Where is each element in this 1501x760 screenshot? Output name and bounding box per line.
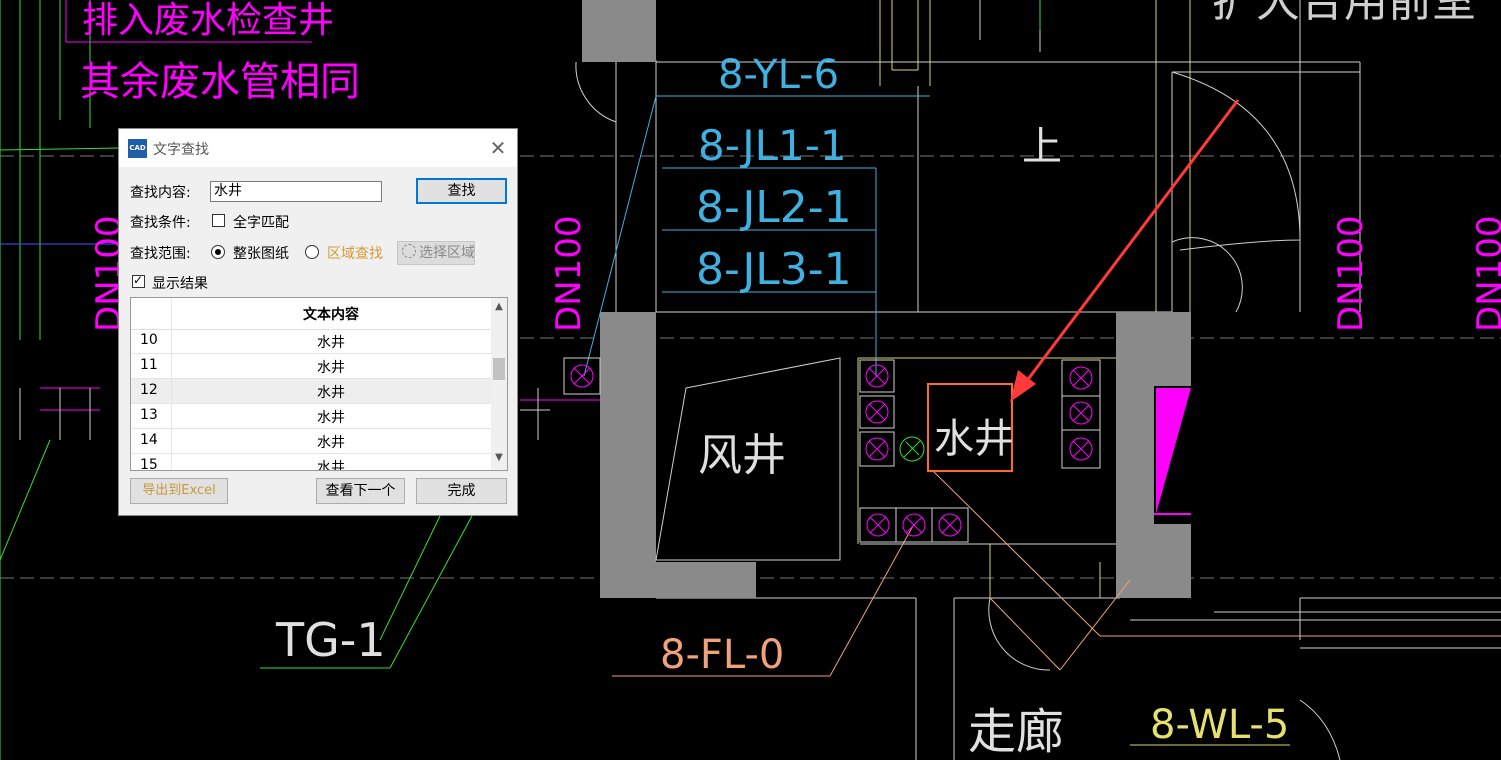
scroll-thumb[interactable]: [493, 358, 505, 380]
cad-text-corridor: 走廊: [968, 704, 1064, 760]
search-condition-label: 查找条件:: [130, 215, 191, 231]
table-row[interactable]: 10 水井: [131, 329, 491, 354]
text-column-header: 文本内容: [303, 307, 359, 323]
row-text: 水井: [317, 460, 345, 471]
results-scrollbar[interactable]: ▲ ▼: [491, 298, 507, 470]
done-button[interactable]: 完成: [416, 478, 507, 504]
cad-text-air-shaft: 风井: [698, 430, 786, 481]
table-row[interactable]: 14 水井: [131, 429, 491, 454]
scope-area-radio[interactable]: [305, 245, 319, 259]
select-area-button[interactable]: 选择区域: [397, 241, 475, 265]
cad-app-icon: CAD: [128, 139, 147, 158]
find-button[interactable]: 查找: [416, 178, 507, 204]
row-text: 水井: [317, 435, 345, 451]
select-area-icon: [402, 244, 416, 258]
row-index: 13: [140, 407, 158, 423]
table-row[interactable]: 11 水井: [131, 354, 491, 379]
cad-text-dn-mid: DN100: [549, 215, 589, 332]
whole-word-label: 全字匹配: [233, 215, 289, 231]
cad-text-drain-note-2: 其余废水管相同: [80, 59, 360, 105]
search-scope-label: 查找范围:: [130, 246, 191, 262]
cad-text-pipe-jl2: 8-JL2-1: [696, 182, 852, 233]
cad-text-pipe-fl0: 8-FL-0: [660, 632, 784, 678]
whole-word-checkbox[interactable]: [212, 214, 225, 227]
scope-area-label: 区域查找: [327, 246, 383, 262]
results-header: 文本内容: [131, 298, 491, 330]
table-row[interactable]: 13 水井: [131, 404, 491, 429]
export-excel-button[interactable]: 导出到Excel: [130, 478, 228, 504]
cad-text-tg1: TG-1: [275, 613, 386, 667]
row-text: 水井: [317, 410, 345, 426]
cad-text-pipe-yl6: 8-YL-6: [718, 52, 839, 98]
cad-text-stair-up: 上: [1022, 124, 1062, 170]
view-next-button[interactable]: 查看下一个: [316, 478, 405, 504]
scroll-up-icon[interactable]: ▲: [493, 301, 505, 312]
show-results-label: 显示结果: [152, 276, 208, 292]
results-list[interactable]: 文本内容 10 水井 11 水井 12 水井 13 水井 14 水井 15 水井 ▲ ▼: [130, 297, 508, 471]
cad-text-water-shaft: 水井: [934, 416, 1014, 462]
scope-whole-label: 整张图纸: [233, 246, 289, 262]
row-index: 15: [140, 457, 158, 471]
table-row-selected[interactable]: 12 水井: [131, 379, 491, 404]
scroll-down-icon[interactable]: ▼: [493, 452, 505, 463]
row-index: 11: [140, 357, 158, 373]
cad-text-dn-far: DN100: [1470, 215, 1501, 332]
row-index: 12: [140, 382, 158, 398]
index-column-header: [131, 298, 172, 329]
close-icon[interactable]: ✕: [487, 137, 509, 159]
cad-text-pipe-jl1: 8-JL1-1: [698, 121, 847, 170]
row-index: 14: [140, 432, 158, 448]
row-text: 水井: [317, 360, 345, 376]
row-index: 10: [140, 332, 158, 348]
cad-text-top-right: 扩大合用前室: [1212, 0, 1476, 27]
select-area-label: 选择区域: [419, 245, 475, 261]
row-text: 水井: [317, 385, 345, 401]
dialog-title: 文字查找: [153, 142, 209, 158]
scope-whole-radio[interactable]: [211, 245, 225, 259]
cad-text-dn-right: DN100: [1331, 215, 1371, 332]
search-content-label: 查找内容:: [130, 185, 191, 201]
cad-text-pipe-jl3: 8-JL3-1: [696, 244, 852, 295]
show-results-checkbox[interactable]: [132, 273, 145, 288]
dialog-titlebar[interactable]: CAD 文字查找 ✕: [119, 129, 517, 167]
table-row[interactable]: 15 水井: [131, 454, 491, 471]
find-text-dialog[interactable]: CAD 文字查找 ✕ 查找内容: 水井 查找 查找条件: 全字匹配 查找范围: …: [118, 128, 518, 516]
row-text: 水井: [317, 335, 345, 351]
cad-text-pipe-wl5: 8-WL-5: [1150, 702, 1289, 748]
cad-text-drain-note-1: 排入废水检查井: [82, 0, 334, 41]
search-input[interactable]: 水井: [210, 181, 382, 202]
